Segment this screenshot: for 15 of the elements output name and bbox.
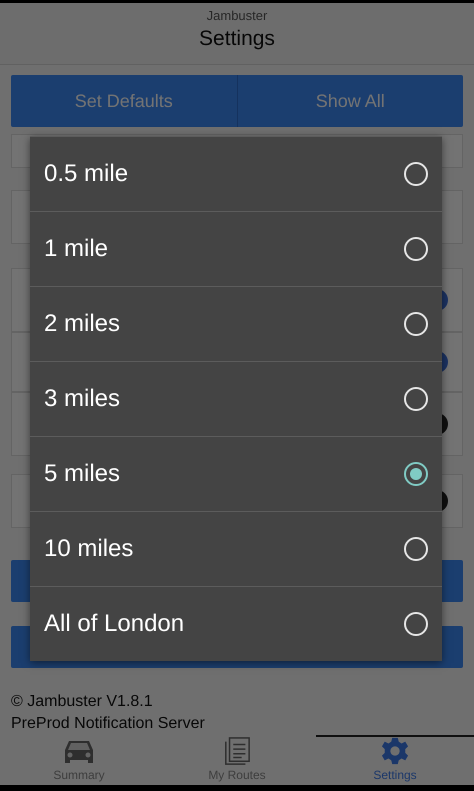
page-title: Settings (199, 27, 275, 51)
option-row[interactable]: 5 miles (30, 436, 442, 511)
option-row[interactable]: All of London (30, 586, 442, 661)
car-icon (63, 739, 95, 765)
radio-button[interactable] (404, 462, 428, 486)
option-row[interactable]: 2 miles (30, 286, 442, 361)
server-text: PreProd Notification Server (11, 715, 206, 733)
copyright-text: © Jambuster V1.8.1 (11, 693, 154, 711)
option-row[interactable]: 0.5 mile (30, 136, 442, 211)
app-name: Jambuster (206, 8, 268, 23)
settings-icon (380, 737, 410, 765)
option-row[interactable]: 3 miles (30, 361, 442, 436)
option-row[interactable]: 1 mile (30, 211, 442, 286)
option-row[interactable]: 10 miles (30, 511, 442, 586)
document-icon (222, 737, 252, 765)
